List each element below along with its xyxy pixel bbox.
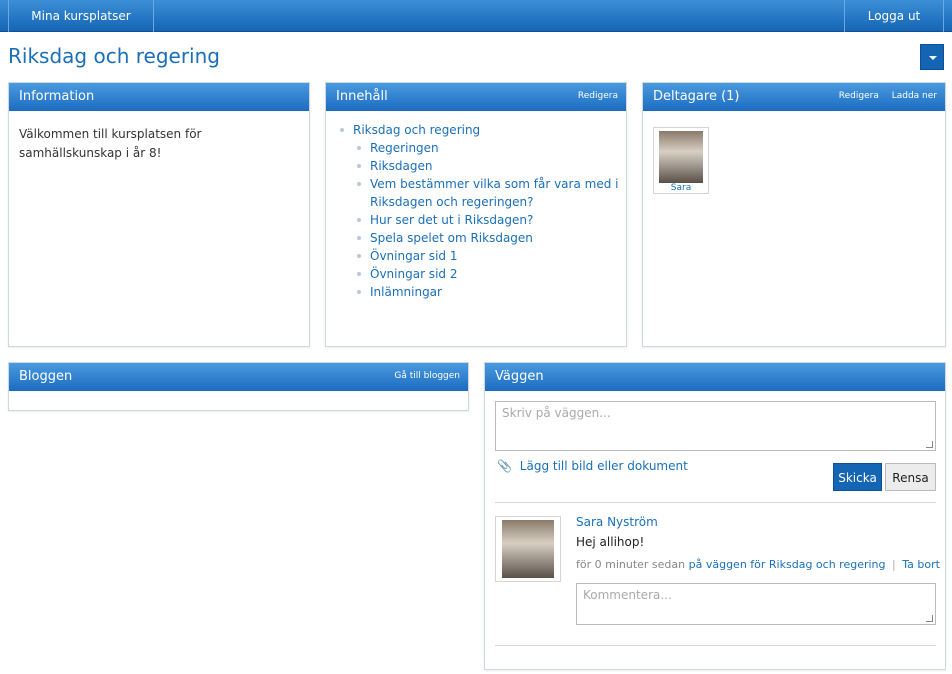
information-panel: Information Välkommen till kursplatsen f… [8, 82, 310, 347]
resize-handle-icon[interactable] [926, 441, 933, 448]
page-menu-button[interactable] [920, 44, 944, 70]
tree-item[interactable]: Övningar sid 1 [355, 247, 626, 265]
clear-button[interactable]: Rensa [885, 463, 936, 491]
post-context-link[interactable]: på väggen för Riksdag och regering [689, 558, 886, 571]
information-panel-header: Information [9, 83, 309, 111]
tree-item[interactable]: Hur ser det ut i Riksdagen? [355, 211, 626, 229]
blog-panel-header: Bloggen Gå till bloggen [9, 363, 468, 391]
participants-panel: Deltagare (1) Redigera Ladda ner Sara [642, 82, 946, 347]
wall-post-input[interactable]: Skriv på väggen... [495, 401, 936, 451]
divider [495, 502, 936, 503]
comment-input[interactable]: Kommentera... [576, 583, 936, 625]
avatar [659, 131, 703, 183]
tree-item[interactable]: Riksdagen [355, 157, 626, 175]
blog-panel: Bloggen Gå till bloggen [8, 362, 469, 411]
participants-edit-link[interactable]: Redigera [839, 91, 879, 101]
information-title: Information [19, 89, 95, 104]
divider [495, 645, 936, 646]
post-meta: för 0 minuter sedan på väggen för Riksda… [576, 558, 940, 571]
tree-item[interactable]: Inlämningar [355, 283, 626, 301]
avatar [502, 520, 554, 578]
resize-handle-icon[interactable] [926, 615, 933, 622]
tree-item-root[interactable]: Riksdag och regering Regeringen Riksdage… [338, 121, 626, 301]
tree-item[interactable]: Övningar sid 2 [355, 265, 626, 283]
go-to-blog-link[interactable]: Gå till bloggen [394, 371, 460, 381]
page-title: Riksdag och regering [8, 44, 220, 68]
attach-row: 📎 Lägg till bild eller dokument [497, 459, 688, 473]
content-panel-header: Innehåll Redigera [326, 83, 626, 111]
wall-title: Väggen [495, 369, 544, 384]
wall-panel: Väggen Skriv på väggen... 📎 Lägg till bi… [484, 362, 946, 670]
tree-item[interactable]: Vem bestämmer vilka som får vara med i R… [355, 175, 626, 211]
information-text: Välkommen till kursplatsen för samhällsk… [19, 127, 202, 160]
logout-link[interactable]: Logga ut [844, 0, 944, 32]
post-avatar-frame [495, 516, 561, 582]
wall-panel-header: Väggen [485, 363, 945, 391]
member-name: Sara [670, 183, 692, 193]
wall-post-placeholder: Skriv på väggen... [502, 406, 611, 420]
paperclip-icon: 📎 [497, 459, 512, 473]
participants-download-link[interactable]: Ladda ner [892, 91, 937, 101]
tree-item[interactable]: Spela spelet om Riksdagen [355, 229, 626, 247]
post-time: för 0 minuter sedan [576, 558, 686, 571]
post-author-link[interactable]: Sara Nyström [576, 515, 658, 529]
tree-item[interactable]: Regeringen [355, 139, 626, 157]
chevron-down-icon [929, 56, 937, 60]
content-title: Innehåll [336, 89, 388, 104]
content-panel: Innehåll Redigera Riksdag och regering R… [325, 82, 627, 347]
post-text: Hej allihop! [576, 535, 645, 549]
content-tree: Riksdag och regering Regeringen Riksdage… [326, 111, 626, 301]
participants-panel-header: Deltagare (1) Redigera Ladda ner [643, 83, 945, 111]
blog-title: Bloggen [19, 369, 73, 384]
comment-placeholder: Kommentera... [583, 588, 672, 602]
send-button[interactable]: Skicka [833, 463, 882, 491]
content-edit-link[interactable]: Redigera [578, 91, 618, 101]
top-navigation-bar: Mina kursplatser Logga ut [0, 0, 952, 32]
my-courses-link[interactable]: Mina kursplatser [8, 0, 154, 32]
member-card[interactable]: Sara [653, 127, 709, 194]
participants-title: Deltagare (1) [653, 89, 740, 104]
attach-file-link[interactable]: Lägg till bild eller dokument [520, 459, 688, 473]
tree-item-label: Riksdag och regering [353, 123, 481, 137]
delete-post-link[interactable]: Ta bort [902, 558, 940, 571]
meta-separator: | [892, 558, 896, 571]
